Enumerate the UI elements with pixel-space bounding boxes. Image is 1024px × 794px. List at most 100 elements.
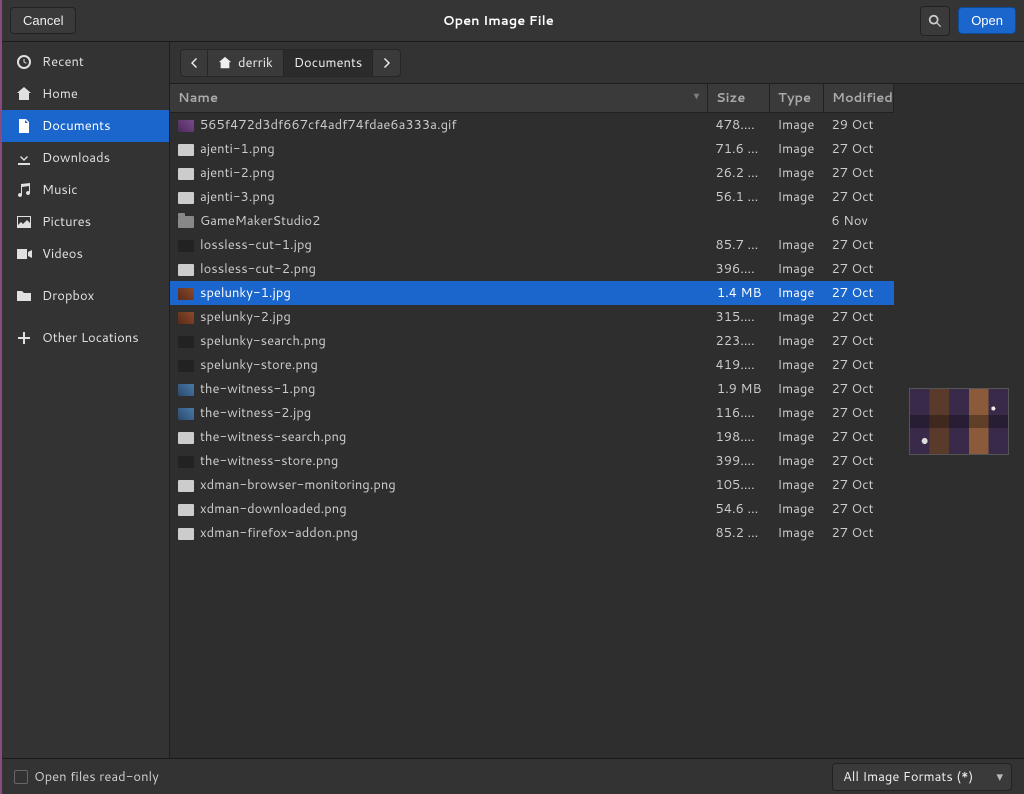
search-button[interactable] xyxy=(920,6,950,36)
music-icon xyxy=(16,182,32,198)
cell-modified: 27 Oct xyxy=(824,497,894,521)
cell-size: 71.6 kB xyxy=(708,137,770,161)
cell-name: the-witness-2.jpg xyxy=(170,401,708,425)
table-row[interactable]: lossless-cut-2.png396.3 kBImage27 Oct xyxy=(170,257,894,281)
table-row[interactable]: xdman-firefox-addon.png85.2 kBImage27 Oc… xyxy=(170,521,894,545)
file-name: spelunky-1.jpg xyxy=(200,284,291,302)
cell-type: Image xyxy=(770,185,824,209)
cell-type: Image xyxy=(770,425,824,449)
table-row[interactable]: spelunky-search.png223.9 kBImage27 Oct xyxy=(170,329,894,353)
file-icon xyxy=(178,360,194,372)
cell-name: 565f472d3df667cf4adf74fdae6a333a.gif xyxy=(170,113,708,138)
cell-name: ajenti-1.png xyxy=(170,137,708,161)
cell-size: 315.9 kB xyxy=(708,305,770,329)
cell-name: the-witness-1.png xyxy=(170,377,708,401)
chevron-left-icon xyxy=(190,58,198,68)
file-icon xyxy=(178,480,194,492)
cell-type: Image xyxy=(770,497,824,521)
file-icon xyxy=(178,192,194,204)
table-row[interactable]: spelunky-1.jpg1.4 MBImage27 Oct xyxy=(170,281,894,305)
table-row[interactable]: the-witness-search.png198.2 kBImage27 Oc… xyxy=(170,425,894,449)
file-icon xyxy=(178,336,194,348)
column-header-modified[interactable]: Modified xyxy=(824,84,894,113)
cell-modified: 27 Oct xyxy=(824,161,894,185)
sidebar-item-documents[interactable]: Documents xyxy=(2,110,169,142)
table-row[interactable]: xdman-downloaded.png54.6 kBImage27 Oct xyxy=(170,497,894,521)
path-current[interactable]: Documents xyxy=(284,49,374,77)
table-row[interactable]: spelunky-store.png419.4 kBImage27 Oct xyxy=(170,353,894,377)
cell-modified: 27 Oct xyxy=(824,353,894,377)
open-button[interactable]: Open xyxy=(958,7,1016,34)
path-home[interactable]: derrik xyxy=(208,49,284,77)
cell-name: xdman-browser-monitoring.png xyxy=(170,473,708,497)
window-title: Open Image File xyxy=(84,12,912,30)
table-row[interactable]: 565f472d3df667cf4adf74fdae6a333a.gif478.… xyxy=(170,113,894,138)
table-row[interactable]: the-witness-2.jpg116.7 kBImage27 Oct xyxy=(170,401,894,425)
table-header-row: Name▾ Size Type Modified xyxy=(170,84,894,113)
table-row[interactable]: the-witness-1.png1.9 MBImage27 Oct xyxy=(170,377,894,401)
sidebar-item-dropbox[interactable]: Dropbox xyxy=(2,280,169,312)
cell-size: 419.4 kB xyxy=(708,353,770,377)
cell-size: 478.0 kB xyxy=(708,113,770,138)
cell-type: Image xyxy=(770,305,824,329)
sidebar-item-label: Music xyxy=(42,181,78,199)
cell-size: 1.4 MB xyxy=(708,281,770,305)
cell-type: Image xyxy=(770,401,824,425)
file-icon xyxy=(178,168,194,180)
cell-type: Image xyxy=(770,161,824,185)
file-icon xyxy=(178,264,194,276)
column-header-size[interactable]: Size xyxy=(708,84,770,113)
file-icon xyxy=(178,216,194,228)
cell-name: ajenti-2.png xyxy=(170,161,708,185)
picture-icon xyxy=(16,214,32,230)
table-row[interactable]: the-witness-store.png399.4 kBImage27 Oct xyxy=(170,449,894,473)
path-back-button[interactable] xyxy=(180,49,208,77)
table-row[interactable]: lossless-cut-1.jpg85.7 kBImage27 Oct xyxy=(170,233,894,257)
cell-name: the-witness-store.png xyxy=(170,449,708,473)
file-table-scroll[interactable]: Name▾ Size Type Modified 565f472d3df667c… xyxy=(170,84,894,758)
table-row[interactable]: ajenti-1.png71.6 kBImage27 Oct xyxy=(170,137,894,161)
table-row[interactable]: ajenti-2.png26.2 kBImage27 Oct xyxy=(170,161,894,185)
file-name: GameMakerStudio2 xyxy=(200,212,320,230)
file-name: spelunky-store.png xyxy=(200,356,318,374)
download-icon xyxy=(16,150,32,166)
cell-size: 198.2 kB xyxy=(708,425,770,449)
file-name: the-witness-store.png xyxy=(200,452,338,470)
cell-type: Image xyxy=(770,233,824,257)
cell-modified: 27 Oct xyxy=(824,281,894,305)
cell-type: Image xyxy=(770,521,824,545)
table-row[interactable]: xdman-browser-monitoring.png105.3 kBImag… xyxy=(170,473,894,497)
file-filter-dropdown[interactable]: All Image Formats (*) xyxy=(832,763,1012,791)
cell-type: Image xyxy=(770,113,824,138)
sidebar-item-music[interactable]: Music xyxy=(2,174,169,206)
path-forward-button[interactable] xyxy=(373,49,401,77)
cell-size: 56.1 kB xyxy=(708,185,770,209)
cell-name: lossless-cut-2.png xyxy=(170,257,708,281)
file-name: the-witness-2.jpg xyxy=(200,404,311,422)
readonly-checkbox-label[interactable]: Open files read-only xyxy=(14,768,159,786)
path-current-label: Documents xyxy=(294,54,363,72)
column-header-type[interactable]: Type xyxy=(770,84,824,113)
readonly-checkbox[interactable] xyxy=(14,770,28,784)
cell-size: 85.7 kB xyxy=(708,233,770,257)
sidebar-item-home[interactable]: Home xyxy=(2,78,169,110)
file-icon xyxy=(178,408,194,420)
cancel-button[interactable]: Cancel xyxy=(10,7,76,34)
sidebar-item-other-locations[interactable]: Other Locations xyxy=(2,322,169,354)
cell-type: Image xyxy=(770,449,824,473)
sidebar-item-pictures[interactable]: Pictures xyxy=(2,206,169,238)
sidebar-item-label: Downloads xyxy=(42,149,110,167)
sidebar-item-downloads[interactable]: Downloads xyxy=(2,142,169,174)
file-icon xyxy=(178,432,194,444)
sidebar-item-label: Other Locations xyxy=(42,329,139,347)
sidebar-item-videos[interactable]: Videos xyxy=(2,238,169,270)
table-row[interactable]: ajenti-3.png56.1 kBImage27 Oct xyxy=(170,185,894,209)
file-icon xyxy=(178,144,194,156)
titlebar: Cancel Open Image File Open xyxy=(2,0,1024,42)
table-row[interactable]: GameMakerStudio26 Nov xyxy=(170,209,894,233)
cell-name: spelunky-2.jpg xyxy=(170,305,708,329)
sidebar-item-recent[interactable]: Recent xyxy=(2,46,169,78)
column-header-name[interactable]: Name▾ xyxy=(170,84,708,113)
table-row[interactable]: spelunky-2.jpg315.9 kBImage27 Oct xyxy=(170,305,894,329)
cell-name: the-witness-search.png xyxy=(170,425,708,449)
